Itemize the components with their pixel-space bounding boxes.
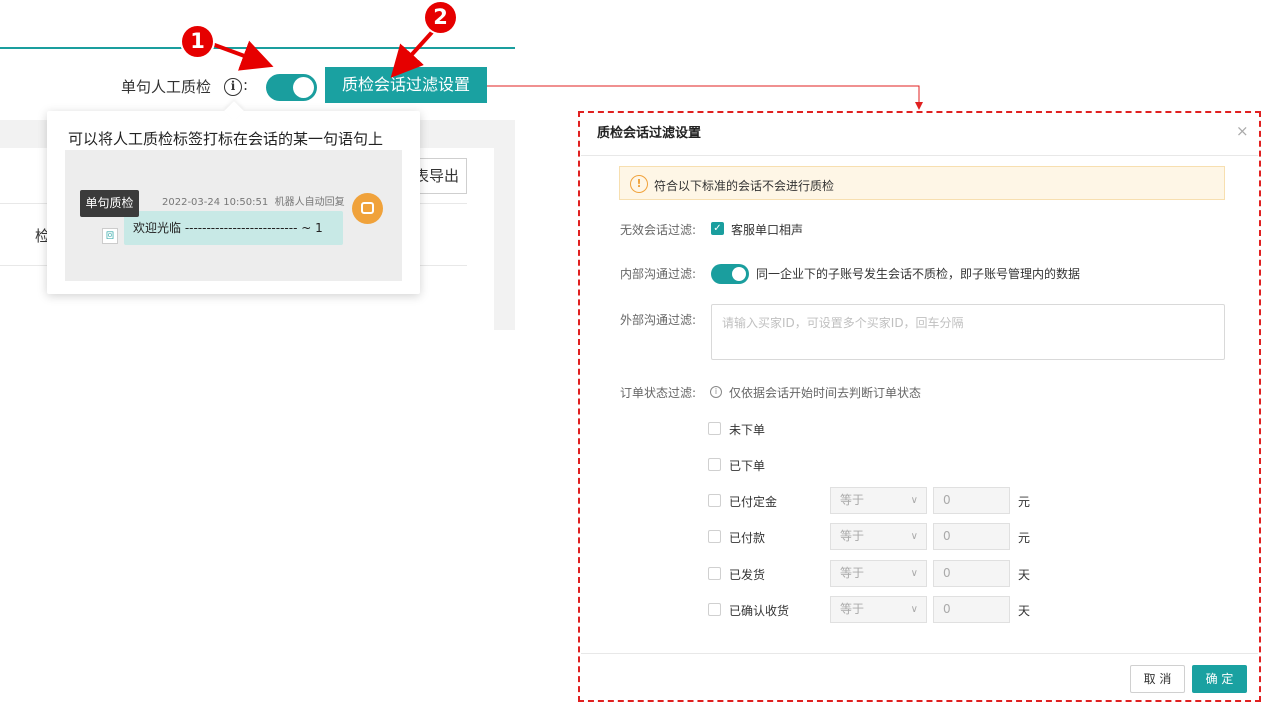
step-marker-1: 1 xyxy=(182,26,213,57)
chevron-down-icon: ∨ xyxy=(910,604,918,615)
confirm-button[interactable]: 确 定 xyxy=(1192,665,1247,693)
single-sentence-qc-toggle[interactable] xyxy=(266,74,317,101)
connector-to-dialog xyxy=(487,85,923,110)
info-icon[interactable]: i xyxy=(224,78,242,96)
internal-filter-label: 内部沟通过滤: xyxy=(620,267,697,281)
order-status-checkbox[interactable] xyxy=(708,494,721,507)
single-sentence-qc-label: 单句人工质检 xyxy=(121,78,212,96)
warning-icon: ! xyxy=(630,175,648,193)
order-status-label: 已付款 xyxy=(729,531,766,545)
order-status-label: 未下单 xyxy=(729,423,766,437)
unit-label: 元 xyxy=(1018,531,1031,545)
comparison-select[interactable]: 等于 ∨ xyxy=(830,523,927,550)
comparison-select-value: 等于 xyxy=(840,493,865,507)
order-status-label: 已付定金 xyxy=(729,495,778,509)
days-input[interactable]: 0 xyxy=(933,560,1010,587)
order-status-checkbox[interactable] xyxy=(708,530,721,543)
preview-sender: 机器人自动回复 xyxy=(274,197,345,208)
unit-label: 天 xyxy=(1018,568,1031,582)
single-qc-badge: 单句质检 xyxy=(80,190,139,217)
qc-session-filter-settings-button[interactable]: 质检会话过滤设置 xyxy=(325,67,487,103)
internal-filter-toggle[interactable] xyxy=(711,264,749,284)
arrow-to-filter-button xyxy=(390,28,436,78)
notice-text: 符合以下标准的会话不会进行质检 xyxy=(654,179,835,193)
header-divider xyxy=(0,47,515,49)
unit-label: 元 xyxy=(1018,495,1031,509)
label-colon: : xyxy=(243,76,249,94)
info-icon: i xyxy=(710,386,722,398)
step-marker-2: 2 xyxy=(425,2,456,33)
order-status-checkbox[interactable] xyxy=(708,458,721,471)
order-status-checkbox[interactable] xyxy=(708,603,721,616)
order-status-checkbox[interactable] xyxy=(708,567,721,580)
days-input[interactable]: 0 xyxy=(933,596,1010,623)
preview-message-bubble: 欢迎光临 -------------------------- ~ 1 xyxy=(124,211,343,245)
order-status-label: 已发货 xyxy=(729,568,766,582)
invalid-session-option-text: 客服单口相声 xyxy=(731,223,804,237)
dialog-title: 质检会话过滤设置 xyxy=(597,126,702,141)
invalid-session-checkbox[interactable]: ✓ xyxy=(711,222,724,235)
internal-filter-description: 同一企业下的子账号发生会话不质检，即子账号管理内的数据 xyxy=(756,267,1081,281)
comparison-select[interactable]: 等于 ∨ xyxy=(830,487,927,514)
chevron-down-icon: ∨ xyxy=(910,495,918,506)
toggle-knob xyxy=(293,77,314,98)
preview-time: 2022-03-24 10:50:51 xyxy=(162,197,269,208)
tooltip-title: 可以将人工质检标签打标在会话的某一句语句上 xyxy=(68,130,384,148)
toggle-knob xyxy=(732,267,746,281)
order-status-label: 已确认收货 xyxy=(729,604,790,618)
amount-input[interactable]: 0 xyxy=(933,487,1010,514)
unit-label: 天 xyxy=(1018,604,1031,618)
cancel-button[interactable]: 取 消 xyxy=(1130,665,1185,693)
order-status-label: 已下单 xyxy=(729,459,766,473)
preview-message-meta: 2022-03-24 10:50:51 机器人自动回复 xyxy=(162,193,345,208)
comparison-select-value: 等于 xyxy=(840,566,865,580)
dialog-header-divider xyxy=(581,155,1258,156)
external-filter-label: 外部沟通过滤: xyxy=(620,313,697,327)
comparison-select[interactable]: 等于 ∨ xyxy=(830,560,927,587)
dialog-footer-divider xyxy=(581,653,1258,654)
robot-avatar-icon xyxy=(352,193,383,224)
comparison-select[interactable]: 等于 ∨ xyxy=(830,596,927,623)
amount-input[interactable]: 0 xyxy=(933,523,1010,550)
invalid-session-filter-label: 无效会话过滤: xyxy=(620,223,697,237)
comparison-select-value: 等于 xyxy=(840,602,865,616)
buyer-id-input[interactable] xyxy=(711,304,1225,360)
qc-mark-icon: 回 xyxy=(102,228,118,244)
chevron-down-icon: ∨ xyxy=(910,568,918,579)
order-status-hint: 仅依据会话开始时间去判断订单状态 xyxy=(729,386,922,400)
close-icon[interactable]: × xyxy=(1236,122,1249,140)
chevron-down-icon: ∨ xyxy=(910,531,918,542)
order-status-checkbox[interactable] xyxy=(708,422,721,435)
comparison-select-value: 等于 xyxy=(840,529,865,543)
order-status-filter-label: 订单状态过滤: xyxy=(620,386,697,400)
